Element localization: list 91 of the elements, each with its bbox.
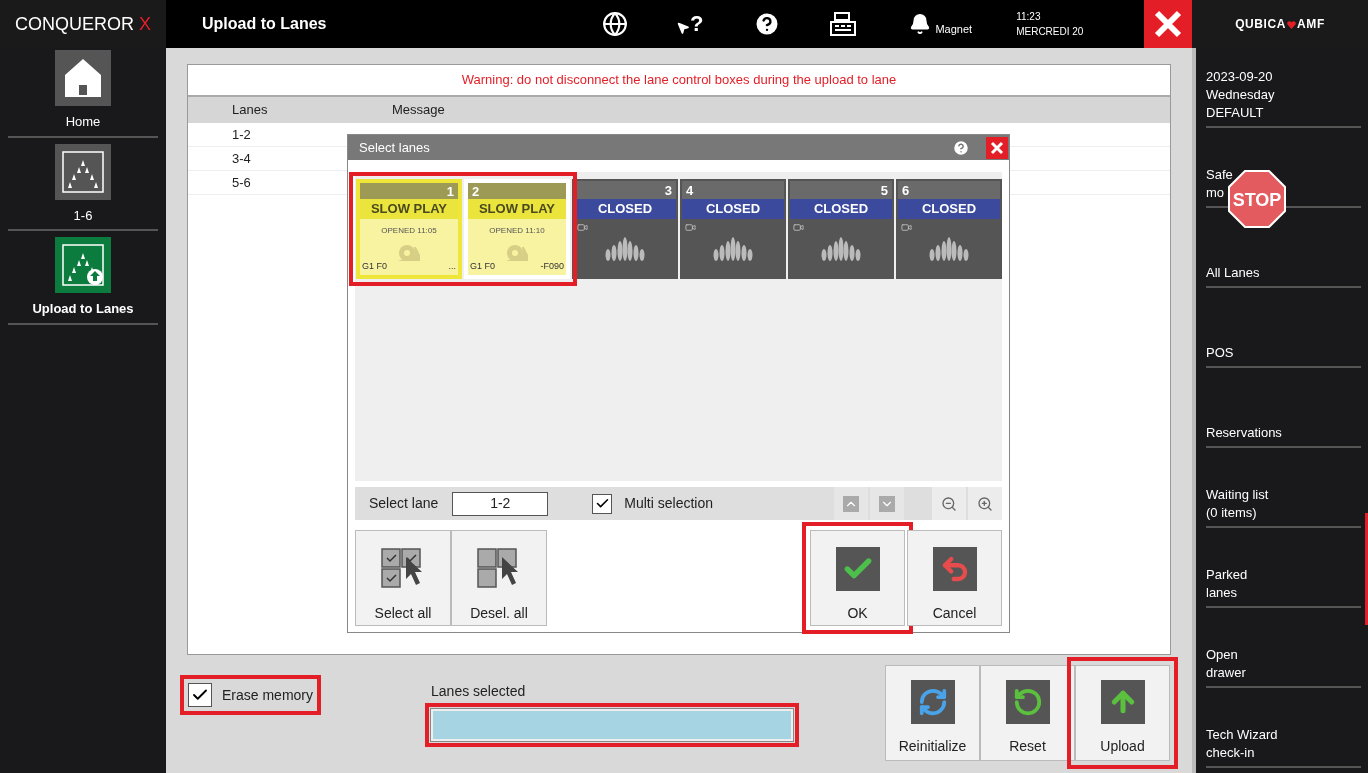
upload-icon: [1100, 680, 1145, 724]
lane-number: 2: [472, 184, 480, 198]
lane-card[interactable]: 5 CLOSED: [788, 179, 894, 279]
lane-card[interactable]: 4 CLOSED: [680, 179, 786, 279]
side-menu-item[interactable]: POS: [1206, 288, 1361, 368]
selection-button[interactable]: Select all: [355, 530, 451, 626]
lane-number: 5: [880, 183, 888, 197]
close-button[interactable]: [986, 136, 1008, 159]
pins-upload-icon: [61, 243, 105, 287]
nav-label: Home: [65, 113, 101, 131]
frame-info: -F090: [540, 259, 564, 273]
game-info: G1 F0: [470, 259, 495, 273]
close-icon: [1154, 10, 1182, 38]
zoom-out-button[interactable]: [932, 487, 966, 520]
erase-memory-checkbox[interactable]: Erase memory: [188, 683, 314, 707]
cursor-icon[interactable]: [676, 21, 690, 35]
lane-card[interactable]: 3 CLOSED: [572, 179, 678, 279]
lanes-selected-field[interactable]: [431, 709, 794, 741]
clock-time: 11:23: [1016, 10, 1042, 24]
page-title: Upload to Lanes: [202, 14, 328, 34]
lane-number: 4: [686, 183, 694, 197]
nav-item[interactable]: 1-6: [8, 143, 158, 231]
video-icon: [577, 222, 588, 233]
nav-label: Upload to Lanes: [32, 300, 134, 318]
column-header: Lanes: [232, 101, 269, 120]
pins-icon: [712, 235, 754, 261]
globe-icon[interactable]: [602, 11, 628, 37]
select-lane-field[interactable]: 1-2: [452, 491, 549, 516]
pins-icon: [928, 235, 970, 261]
home-icon[interactable]: [55, 50, 111, 106]
lane-number: 3: [664, 183, 672, 197]
lane-number: 6: [902, 183, 910, 197]
lane-status: CLOSED: [921, 200, 977, 219]
user-name: Magnet: [935, 21, 973, 37]
close-button[interactable]: [1144, 0, 1192, 48]
multi-selection-checkbox[interactable]: Multi selection: [592, 493, 713, 514]
dialog-title: Select lanes: [359, 138, 430, 157]
nav-item[interactable]: Home: [8, 50, 158, 138]
warning-text: Warning: do not disconnect the lane control boxes during the upload to lane: [461, 71, 897, 90]
table-cell-text: 3-4: [232, 149, 251, 168]
game-info: G1 F0: [362, 259, 387, 273]
side-menu-item[interactable]: Open drawer: [1206, 608, 1361, 688]
help-glyph[interactable]: ?: [690, 13, 704, 35]
table-cell-text: 5-6: [232, 173, 251, 192]
table-cell-text: 1-2: [232, 125, 251, 144]
nav-item[interactable]: Upload to Lanes: [8, 237, 158, 325]
vendor-logo: QUBICA AMF: [1235, 16, 1325, 33]
action-button[interactable]: Reset: [980, 665, 1075, 761]
nav-label: 1-6: [73, 206, 93, 225]
zoom-in-icon: [977, 495, 993, 512]
check-icon: [835, 547, 880, 591]
field-label: Lanes selected: [431, 682, 527, 701]
pins-icon: [604, 235, 646, 261]
side-menu-item[interactable]: 2023-09-20 Wednesday DEFAULT: [1206, 48, 1361, 128]
video-icon: [901, 222, 912, 233]
lane-card[interactable]: 2 SLOW PLAY OPENED 11:10 G1 F0 -F090: [464, 179, 570, 279]
opened-time: OPENED 11:10: [489, 225, 545, 237]
lane-status: CLOSED: [597, 200, 653, 219]
reset-icon: [1005, 680, 1050, 724]
pins-icon: [820, 235, 862, 261]
zoom-out-icon: [941, 495, 957, 512]
close-icon: [990, 140, 1004, 155]
opened-time: OPENED 11:05: [381, 225, 437, 237]
video-icon: [793, 222, 804, 233]
lane-status: SLOW PLAY: [478, 200, 556, 219]
lane-number: 1: [446, 184, 454, 198]
action-button[interactable]: Reinitialize: [885, 665, 980, 761]
app-logo: CONQUEROR X: [14, 12, 151, 36]
bell-icon[interactable]: [909, 13, 932, 35]
refresh-icon: [910, 680, 955, 724]
side-menu-item[interactable]: Reservations: [1206, 368, 1361, 448]
selection-button[interactable]: Desel. all: [451, 530, 547, 626]
field-label: Select lane: [369, 494, 439, 513]
dialog-button[interactable]: Cancel: [907, 530, 1002, 626]
cash-register-icon[interactable]: [829, 11, 858, 37]
video-icon: [685, 222, 696, 233]
lane-card[interactable]: 1 SLOW PLAY OPENED 11:05 G1 F0 ...: [356, 179, 462, 279]
lane-status: CLOSED: [813, 200, 869, 219]
heart-icon: [1287, 20, 1297, 29]
pins-icon: [61, 149, 105, 194]
side-menu-item[interactable]: Waiting list (0 items): [1206, 448, 1361, 528]
lane-status: SLOW PLAY: [370, 200, 448, 219]
undo-icon: [932, 547, 977, 591]
zoom-in-button[interactable]: [968, 487, 1002, 520]
side-menu-item[interactable]: Tech Wizard check-in: [1206, 688, 1361, 768]
lane-status: CLOSED: [705, 200, 761, 219]
column-header: Message: [392, 101, 445, 120]
lane-card[interactable]: 6 CLOSED: [896, 179, 1002, 279]
frame-info: ...: [448, 259, 456, 273]
side-menu-item[interactable]: Parked lanes: [1206, 528, 1361, 608]
clock-date: MERCREDI 20: [1016, 25, 1084, 39]
